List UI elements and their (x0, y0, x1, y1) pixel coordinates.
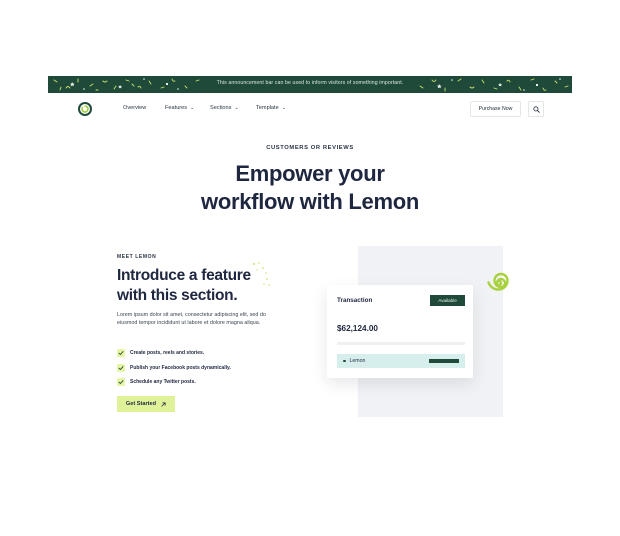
status-badge: Available (430, 295, 465, 306)
lemon-logo-icon[interactable] (77, 101, 93, 117)
search-icon (532, 105, 540, 113)
chevron-down-icon: ⌄ (281, 105, 286, 111)
chevron-down-icon: ⌄ (234, 105, 239, 111)
chevron-down-icon: ⌄ (190, 105, 195, 111)
hero-title-line-1: Empower your (235, 161, 385, 186)
nav-features[interactable]: Features ⌄ (165, 105, 194, 111)
swirl-decoration-icon (487, 272, 509, 291)
checkmark-icon (117, 363, 125, 372)
transaction-amount: $62,124.00 (337, 324, 378, 333)
top-navigation: Overview Features ⌄ Sections ⌄ Template … (48, 94, 572, 124)
feature-description: Lorem ipsum dolor sit amet, consectetur … (117, 312, 266, 326)
nav-overview-label: Overview (123, 105, 147, 111)
nav-template[interactable]: Template ⌄ (256, 105, 286, 111)
progress-track (337, 342, 465, 345)
announcement-bar: This announcement bar can be used to inf… (48, 76, 572, 93)
lemon-row: Lemon (337, 354, 465, 368)
checklist-item-label: Publish your Facebook posts dynamically. (130, 364, 231, 371)
checkmark-icon (117, 378, 125, 387)
purchase-now-button[interactable]: Purchase Now (470, 101, 521, 117)
checklist-item: Publish your Facebook posts dynamically. (117, 361, 231, 376)
checklist-item: Schedule any Twitter posts. (117, 375, 231, 390)
nav-sections-label: Sections (210, 105, 232, 111)
checkmark-icon (117, 349, 125, 358)
sparkle-decoration-icon (253, 262, 270, 286)
page-frame: This announcement bar can be used to inf… (48, 76, 572, 456)
hero-eyebrow: CUSTOMERS OR REVIEWS (266, 145, 354, 151)
lemon-row-bar (429, 359, 459, 363)
arrow-up-right-icon (161, 401, 166, 407)
nav-sections[interactable]: Sections ⌄ (210, 105, 239, 111)
announcement-text: This announcement bar can be used to inf… (216, 80, 404, 86)
get-started-label: Get Started (125, 401, 157, 407)
checklist-item-label: Create posts, reels and stories. (130, 350, 205, 357)
get-started-button[interactable]: Get Started (117, 396, 175, 412)
nav-overview[interactable]: Overview (123, 105, 146, 111)
lemon-row-label: Lemon (349, 358, 366, 364)
bullet-dot-icon (343, 359, 346, 363)
transaction-card: Transaction Available $62,124.00 Lemon (327, 285, 473, 378)
hero-title: Empower your workflow with Lemon (48, 160, 572, 216)
checklist-item-label: Schedule any Twitter posts. (130, 379, 196, 386)
search-button[interactable] (528, 101, 544, 117)
card-title: Transaction (337, 297, 373, 304)
checklist-item: Create posts, reels and stories. (117, 346, 231, 361)
nav-template-label: Template (256, 105, 279, 111)
hero-title-line-2: workflow with Lemon (201, 189, 419, 214)
feature-checklist: Create posts, reels and stories. Publish… (117, 346, 231, 390)
feature-eyebrow: MEET LEMON (117, 254, 157, 260)
nav-features-label: Features (165, 105, 188, 111)
